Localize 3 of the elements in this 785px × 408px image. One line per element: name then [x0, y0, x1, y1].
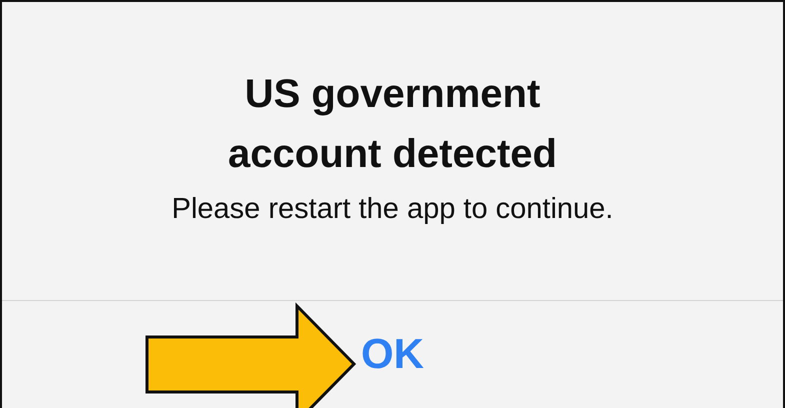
alert-message: Please restart the app to continue. — [170, 192, 614, 227]
alert-title: US government account detected — [227, 71, 558, 178]
ok-button[interactable]: OK — [353, 331, 432, 378]
